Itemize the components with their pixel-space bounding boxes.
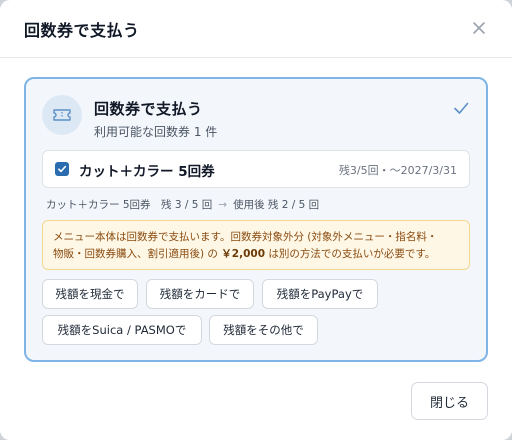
ticket-checkbox[interactable] <box>55 162 69 176</box>
ticket-remaining: 残3/5回・〜2027/3/31 <box>338 164 457 177</box>
remaining-amount: ￥2,000 <box>221 248 265 260</box>
close-dialog-button[interactable]: 閉じる <box>411 382 488 420</box>
ticket-payment-option[interactable]: 回数券で支払う 利用可能な回数券 1 件 カット＋カラー 5回券 残3/5回・〜… <box>24 77 488 362</box>
pay-other-button[interactable]: 残額をその他で <box>209 315 318 345</box>
notice-line-2-prefix: 物販・回数券購入、割引適用後) の <box>53 248 222 260</box>
close-button[interactable] <box>466 15 492 41</box>
ticket-icon-wrapper <box>42 95 82 135</box>
dialog-title: 回数券で支払う <box>24 21 140 40</box>
dialog-header: 回数券で支払う <box>0 0 512 58</box>
checkbox-check-icon <box>58 165 67 173</box>
arrow-right-icon: → <box>218 199 228 211</box>
usage-before: カット＋カラー 5回券 残 3 / 5 回 <box>46 199 213 211</box>
pay-suica-button[interactable]: 残額をSuica / PASMOで <box>42 315 202 345</box>
option-subtitle: 利用可能な回数券 1 件 <box>94 125 218 139</box>
close-icon <box>473 22 485 34</box>
ticket-name: カット＋カラー 5回券 <box>79 164 215 180</box>
option-title: 回数券で支払う <box>94 100 203 118</box>
notice-line-1: メニュー本体は回数券で支払います。回数券対象外分 (対象外メニュー・指名料・ <box>53 231 438 243</box>
ticket-icon <box>53 109 71 121</box>
notice-line-2: 物販・回数券購入、割引適用後) の ￥2,000 は別の方法での支払いが必要です… <box>53 246 459 263</box>
remaining-balance-notice: メニュー本体は回数券で支払います。回数券対象外分 (対象外メニュー・指名料・ 物… <box>42 220 470 270</box>
usage-summary: カット＋カラー 5回券 残 3 / 5 回 → 使用後 残 2 / 5 回 <box>46 197 319 212</box>
usage-after: 使用後 残 2 / 5 回 <box>233 199 320 211</box>
pay-paypay-button[interactable]: 残額をPayPayで <box>262 279 378 309</box>
pay-cash-button[interactable]: 残額を現金で <box>42 279 138 309</box>
check-icon <box>454 102 469 114</box>
ticket-item[interactable]: カット＋カラー 5回券 残3/5回・〜2027/3/31 <box>42 150 470 188</box>
notice-line-2-suffix: は別の方法での支払いが必要です。 <box>265 248 436 260</box>
payment-dialog: 回数券で支払う 回数券で支払う 利用可能な回数券 1 件 カット＋カラー 5回券… <box>0 0 512 440</box>
pay-card-button[interactable]: 残額をカードで <box>146 279 254 309</box>
